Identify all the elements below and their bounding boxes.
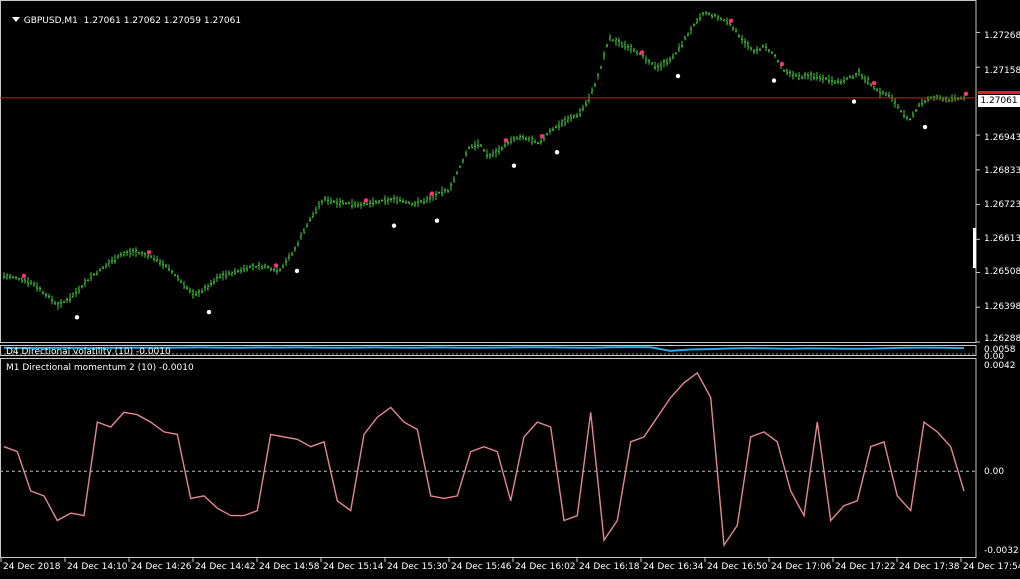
time-tick-label: 24 Dec 14:10 — [67, 562, 128, 572]
candlestick-series — [3, 11, 965, 310]
momentum-line — [3, 371, 965, 548]
time-tick-label: 24 Dec 16:34 — [643, 562, 704, 572]
price-grid — [976, 31, 980, 343]
fractal-markers — [21, 18, 969, 320]
fractal-down-marker — [771, 78, 777, 83]
time-tick-label: 24 Dec 14:26 — [131, 562, 192, 572]
price-tick: 1.27268 — [984, 31, 1020, 41]
main-pane-frame — [0, 0, 977, 343]
momentum-axis-min: -0.0032 — [984, 546, 1019, 556]
ohlc-values: 1.27061 1.27062 1.27059 1.27061 — [83, 16, 242, 26]
price-tick: 1.26613 — [984, 234, 1020, 244]
momentum-axis-zero: 0.00 — [984, 467, 1005, 477]
time-tick-label: 24 Dec 14:42 — [195, 562, 256, 572]
time-tick-label: 24 Dec 15:30 — [387, 562, 448, 572]
price-tag-accent — [978, 91, 1020, 94]
time-tick-label: 24 Dec 16:02 — [515, 562, 576, 572]
fractal-down-marker — [391, 223, 397, 228]
time-tick-label: 24 Dec 14:58 — [259, 562, 320, 572]
price-tick: 1.26943 — [984, 133, 1020, 143]
fractal-up-marker — [728, 18, 734, 24]
fractal-up-marker — [639, 50, 645, 55]
time-tick-label: 24 Dec 16:18 — [579, 562, 640, 572]
time-tick-label: 24 Dec 2018 — [3, 562, 61, 572]
time-tick-label: 24 Dec 17:22 — [835, 562, 896, 572]
fractal-down-marker — [206, 309, 212, 315]
fractal-up-marker — [503, 138, 509, 143]
fractal-up-marker — [871, 80, 877, 86]
fractal-down-marker — [294, 268, 300, 274]
symbol-title[interactable]: GBPUSD,M1 1.27061 1.27062 1.27059 1.2706… — [6, 5, 241, 27]
chart-frames — [0, 0, 977, 558]
momentum-pane-frame — [0, 358, 977, 558]
time-tick-label: 24 Dec 17:54 — [963, 562, 1020, 572]
price-tick: 1.27158 — [984, 66, 1020, 76]
price-tick: 1.26508 — [984, 267, 1020, 277]
time-tick-label: 24 Dec 16:50 — [707, 562, 768, 572]
momentum-title: M1 Directional momentum 2 (10) -0.0010 — [6, 363, 194, 373]
fractal-down-marker — [74, 315, 80, 320]
fractal-up-marker — [539, 133, 545, 139]
price-tick: 1.26288 — [984, 334, 1020, 344]
fractal-up-marker — [273, 263, 279, 268]
price-tick: 1.26723 — [984, 200, 1020, 210]
time-tick-label: 24 Dec 15:46 — [451, 562, 512, 572]
fractal-up-marker — [21, 273, 27, 278]
momentum-axis-max: 0.0042 — [984, 361, 1016, 371]
volatility-title: D4 Directional volatility (10) -0.0010 — [6, 347, 171, 357]
fractal-up-marker — [963, 91, 969, 97]
symbol-name: GBPUSD,M1 — [23, 16, 78, 26]
chart-canvas[interactable] — [0, 0, 1020, 579]
current-price-tag: 1.27061 — [978, 95, 1020, 107]
fractal-down-marker — [554, 150, 560, 155]
fractal-down-marker — [511, 163, 517, 168]
time-tick-label: 24 Dec 15:14 — [323, 562, 384, 572]
fractal-up-marker — [429, 191, 435, 196]
price-tick: 1.26833 — [984, 166, 1020, 176]
fractal-down-marker — [434, 218, 440, 223]
chart-shift-marker[interactable] — [973, 228, 976, 268]
fractal-up-marker — [779, 61, 785, 67]
price-tick: 1.26398 — [984, 302, 1020, 312]
fractal-down-marker — [922, 124, 928, 130]
fractal-up-marker — [363, 198, 369, 203]
fractal-up-marker — [146, 249, 152, 255]
time-tick-label: 24 Dec 17:38 — [899, 562, 960, 572]
caret-down-icon[interactable] — [11, 17, 20, 22]
time-tick-label: 24 Dec 17:06 — [771, 562, 832, 572]
fractal-down-marker — [675, 73, 681, 79]
fractal-down-marker — [851, 99, 857, 104]
